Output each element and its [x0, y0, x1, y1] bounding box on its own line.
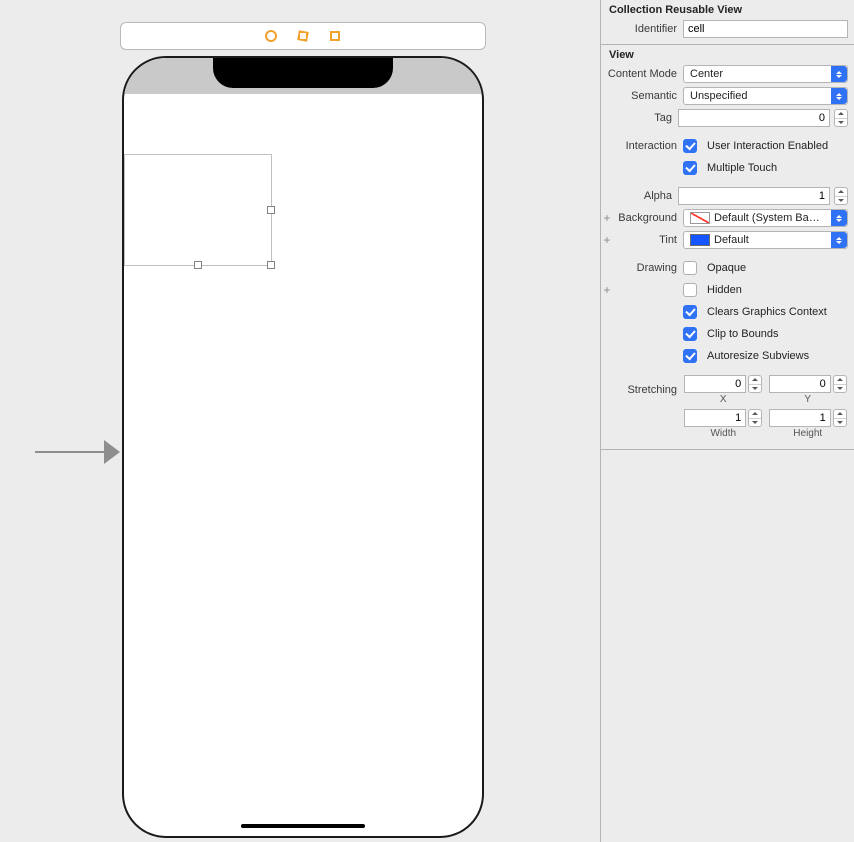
no-color-swatch-icon	[690, 212, 710, 224]
canvas-area[interactable]	[0, 0, 600, 842]
identifier-field[interactable]	[683, 20, 848, 38]
tint-popup[interactable]: Default	[683, 231, 848, 249]
initial-view-controller-arrow	[35, 437, 120, 467]
color-swatch-icon	[690, 234, 710, 246]
collection-view-cell[interactable]	[124, 154, 272, 266]
resize-handle-bottom[interactable]	[194, 261, 202, 269]
background-popup[interactable]: Default (System Ba…	[683, 209, 848, 227]
stretching-height-field[interactable]	[769, 409, 831, 427]
add-background-button[interactable]: +	[600, 211, 614, 225]
device-frame[interactable]	[122, 56, 484, 838]
stretching-y-field[interactable]	[769, 375, 831, 393]
resize-handle-corner[interactable]	[267, 261, 275, 269]
stretching-label: Stretching	[601, 384, 683, 396]
clip-to-bounds-checkbox[interactable]	[683, 327, 697, 341]
autoresize-checkbox[interactable]	[683, 349, 697, 363]
device-notch	[213, 58, 393, 88]
tag-label: Tag	[601, 112, 678, 124]
view-controller-icon	[264, 29, 278, 43]
exit-icon	[328, 29, 342, 43]
alpha-field[interactable]	[678, 187, 830, 205]
semantic-label: Semantic	[601, 90, 683, 102]
interaction-label: Interaction	[601, 140, 683, 152]
resize-handle-right[interactable]	[267, 206, 275, 214]
drawing-label: Drawing	[601, 262, 683, 274]
hidden-checkbox-label: Hidden	[707, 284, 742, 296]
attributes-inspector: Collection Reusable View Identifier View…	[600, 0, 854, 842]
identifier-label: Identifier	[601, 23, 683, 35]
tint-value: Default	[714, 234, 749, 246]
first-responder-icon	[296, 29, 310, 43]
chevron-up-down-icon	[831, 210, 847, 226]
add-tint-button[interactable]: +	[600, 233, 614, 247]
clears-context-checkbox[interactable]	[683, 305, 697, 319]
tag-field[interactable]	[678, 109, 830, 127]
stretching-width-stepper[interactable]	[748, 409, 762, 427]
content-mode-value: Center	[690, 68, 723, 80]
stretching-x-label: X	[720, 394, 727, 405]
clip-to-bounds-checkbox-label: Clip to Bounds	[707, 328, 779, 340]
tag-stepper[interactable]	[834, 109, 848, 127]
scene-toolbar[interactable]	[120, 22, 486, 50]
add-drawing-button[interactable]: +	[600, 283, 614, 297]
stretching-y-stepper[interactable]	[833, 375, 847, 393]
stretching-x-field[interactable]	[684, 375, 746, 393]
background-value: Default (System Ba…	[714, 212, 820, 224]
section-header-view: View	[601, 45, 854, 63]
user-interaction-checkbox-label: User Interaction Enabled	[707, 140, 828, 152]
opaque-checkbox[interactable]	[683, 261, 697, 275]
clears-context-checkbox-label: Clears Graphics Context	[707, 306, 827, 318]
stretching-width-field[interactable]	[684, 409, 746, 427]
multiple-touch-checkbox[interactable]	[683, 161, 697, 175]
content-mode-label: Content Mode	[601, 68, 683, 80]
opaque-checkbox-label: Opaque	[707, 262, 746, 274]
chevron-up-down-icon	[831, 232, 847, 248]
autoresize-checkbox-label: Autoresize Subviews	[707, 350, 809, 362]
alpha-stepper[interactable]	[834, 187, 848, 205]
semantic-value: Unspecified	[690, 90, 747, 102]
stretching-width-label: Width	[710, 428, 736, 439]
user-interaction-checkbox[interactable]	[683, 139, 697, 153]
section-header-reusable-view: Collection Reusable View	[601, 0, 854, 18]
stretching-height-label: Height	[793, 428, 822, 439]
content-mode-popup[interactable]: Center	[683, 65, 848, 83]
multiple-touch-checkbox-label: Multiple Touch	[707, 162, 777, 174]
alpha-label: Alpha	[601, 190, 678, 202]
stretching-height-stepper[interactable]	[833, 409, 847, 427]
hidden-checkbox[interactable]	[683, 283, 697, 297]
chevron-up-down-icon	[831, 88, 847, 104]
chevron-up-down-icon	[831, 66, 847, 82]
home-indicator	[241, 824, 365, 828]
stretching-x-stepper[interactable]	[748, 375, 762, 393]
stretching-y-label: Y	[804, 394, 811, 405]
semantic-popup[interactable]: Unspecified	[683, 87, 848, 105]
